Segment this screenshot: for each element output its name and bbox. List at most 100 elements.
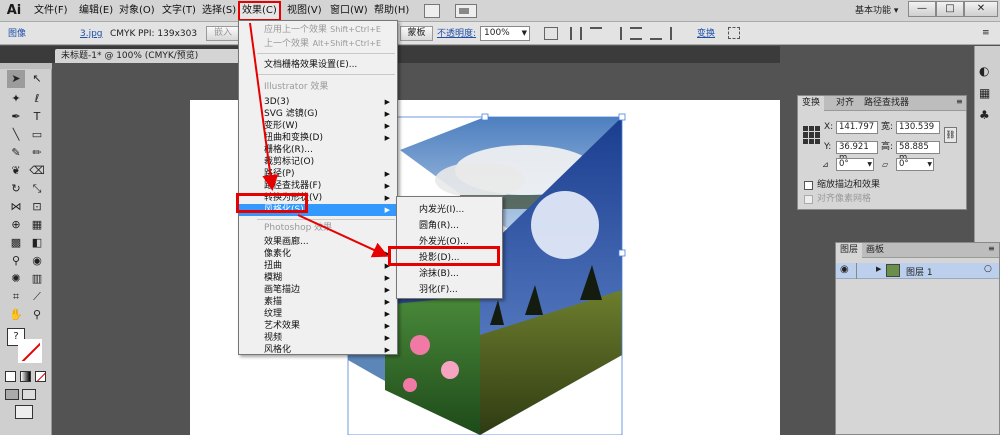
align-bottom-icon[interactable] bbox=[670, 27, 682, 40]
lasso-icon[interactable]: ℓ bbox=[28, 90, 46, 108]
live-paint-icon[interactable]: ▦ bbox=[28, 216, 46, 234]
layer-row[interactable]: ◉ ▶ 图层 1 ○ bbox=[836, 263, 999, 279]
menu-edit[interactable]: 编辑(E) bbox=[77, 3, 115, 19]
color-panel-icon[interactable]: ◐ bbox=[979, 64, 989, 78]
opacity-label[interactable]: 不透明度: bbox=[437, 27, 476, 41]
panel-menu-icon[interactable]: ≡ bbox=[982, 28, 990, 38]
pen-tool-icon[interactable]: ✒ bbox=[7, 108, 25, 126]
width-tool-icon[interactable]: ⋈ bbox=[7, 198, 25, 216]
gradient-mode-icon[interactable] bbox=[20, 371, 31, 382]
paintbrush-icon[interactable]: ✎ bbox=[7, 144, 25, 162]
width-field[interactable]: 130.539 bbox=[896, 121, 940, 134]
submenu-inner-glow[interactable]: 内发光(I)... bbox=[397, 202, 502, 218]
panel-menu-icon[interactable]: ≡ bbox=[956, 97, 963, 106]
rotate-tool-icon[interactable]: ↻ bbox=[7, 180, 25, 198]
eraser-icon[interactable]: ⌫ bbox=[28, 162, 46, 180]
screen-mode-icon[interactable] bbox=[15, 405, 33, 419]
menu-artistic[interactable]: 艺术效果 ▶ bbox=[239, 320, 397, 332]
color-mode-icon[interactable] bbox=[5, 371, 16, 382]
tab-pathfinder[interactable]: 路径查找器 bbox=[860, 96, 913, 111]
selection-handle[interactable] bbox=[618, 249, 626, 257]
align-vcenter-icon[interactable] bbox=[650, 27, 662, 40]
transform-link[interactable]: 变换 bbox=[697, 27, 715, 41]
isolate-icon[interactable] bbox=[728, 27, 740, 39]
align-hcenter-icon[interactable] bbox=[590, 27, 602, 40]
menu-blur[interactable]: 模糊 ▶ bbox=[239, 272, 397, 284]
tab-layers[interactable]: 图层 bbox=[836, 243, 863, 258]
panel-menu-icon[interactable]: ≡ bbox=[988, 244, 995, 253]
mesh-tool-icon[interactable]: ▩ bbox=[7, 234, 25, 252]
menu-type[interactable]: 文字(T) bbox=[160, 3, 198, 19]
document-tab[interactable]: 未标题-1* @ 100% (CMYK/预览) ✕ bbox=[55, 49, 251, 63]
direct-selection-icon[interactable]: ↖ bbox=[28, 70, 46, 88]
menu-texture[interactable]: 纹理 ▶ bbox=[239, 308, 397, 320]
reference-point-icon[interactable] bbox=[803, 126, 821, 144]
align-top-icon[interactable] bbox=[630, 27, 642, 40]
mask-button[interactable]: 蒙板 bbox=[400, 26, 433, 41]
linked-filename[interactable]: 3.jpg bbox=[80, 27, 103, 41]
align-icon[interactable] bbox=[544, 27, 558, 40]
type-tool-icon[interactable]: T bbox=[28, 108, 46, 126]
tab-align[interactable]: 对齐 bbox=[832, 96, 858, 111]
blob-brush-icon[interactable]: ❦ bbox=[7, 162, 25, 180]
submenu-feather[interactable]: 羽化(F)... bbox=[397, 282, 502, 298]
symbols-panel-icon[interactable]: ♣ bbox=[979, 108, 990, 122]
rotate-field[interactable]: 0° ▼ bbox=[836, 158, 874, 171]
y-field[interactable]: 36.921 m bbox=[836, 141, 878, 163]
menu-video[interactable]: 视频 ▶ bbox=[239, 332, 397, 344]
submenu-round-corners[interactable]: 圆角(R)... bbox=[397, 218, 502, 234]
none-mode-icon[interactable] bbox=[35, 371, 46, 382]
scale-strokes-checkbox[interactable] bbox=[804, 181, 813, 190]
minimize-button[interactable]: — bbox=[908, 1, 936, 17]
expand-triangle-icon[interactable]: ▶ bbox=[876, 265, 881, 273]
submenu-scribble[interactable]: 涂抹(B)... bbox=[397, 266, 502, 282]
swatches-panel-icon[interactable]: ▦ bbox=[979, 86, 990, 100]
free-transform-icon[interactable]: ⊡ bbox=[28, 198, 46, 216]
opacity-field[interactable]: 100% ▼ bbox=[480, 26, 530, 41]
draw-normal-icon[interactable] bbox=[5, 389, 19, 400]
workspace-switcher[interactable]: 基本功能 ▾ bbox=[855, 4, 898, 18]
artboard-tool-icon[interactable]: ⌗ bbox=[7, 288, 25, 306]
maximize-button[interactable]: □ bbox=[936, 1, 964, 17]
constrain-proportions-icon[interactable]: ⛓ bbox=[944, 127, 957, 143]
stroke-swatch[interactable] bbox=[18, 339, 42, 363]
draw-behind-icon[interactable] bbox=[22, 389, 36, 400]
menu-file[interactable]: 文件(F) bbox=[32, 3, 70, 19]
rectangle-tool-icon[interactable]: ▭ bbox=[28, 126, 46, 144]
tab-transform[interactable]: 变换 bbox=[798, 96, 825, 111]
selection-tool-icon[interactable]: ➤ bbox=[7, 70, 25, 88]
x-field[interactable]: 141.797 bbox=[836, 121, 878, 134]
slice-tool-icon[interactable]: ⟋ bbox=[28, 288, 46, 306]
selection-handle[interactable] bbox=[618, 113, 626, 121]
zoom-tool-icon[interactable]: ⚲ bbox=[28, 306, 46, 324]
menu-ps-stylize[interactable]: 风格化 ▶ bbox=[239, 344, 397, 356]
target-circle-icon[interactable]: ○ bbox=[984, 264, 992, 274]
magic-wand-icon[interactable]: ✦ bbox=[7, 90, 25, 108]
align-left-icon[interactable] bbox=[570, 27, 582, 40]
scale-tool-icon[interactable]: ⤡ bbox=[28, 180, 46, 198]
column-graph-icon[interactable]: ▥ bbox=[28, 270, 46, 288]
hand-tool-icon[interactable]: ✋ bbox=[7, 306, 25, 324]
eyedropper-icon[interactable]: ⚲ bbox=[7, 252, 25, 270]
selection-handle[interactable] bbox=[481, 113, 489, 121]
height-field[interactable]: 58.885 m bbox=[896, 141, 940, 163]
toolbox-header[interactable] bbox=[0, 63, 52, 69]
menu-brush-strokes[interactable]: 画笔描边 ▶ bbox=[239, 284, 397, 296]
layer-name[interactable]: 图层 1 bbox=[906, 265, 933, 278]
tab-artboards[interactable]: 画板 bbox=[862, 243, 888, 258]
align-pixel-checkbox[interactable] bbox=[804, 195, 813, 204]
visibility-eye-icon[interactable]: ◉ bbox=[840, 264, 849, 275]
shear-field[interactable]: 0° ▼ bbox=[896, 158, 934, 171]
align-right-icon[interactable] bbox=[610, 27, 622, 40]
pencil-icon[interactable]: ✏ bbox=[28, 144, 46, 162]
symbol-sprayer-icon[interactable]: ✺ bbox=[7, 270, 25, 288]
line-tool-icon[interactable]: ╲ bbox=[7, 126, 25, 144]
arrange-documents-icon[interactable] bbox=[455, 4, 477, 18]
gradient-tool-icon[interactable]: ◧ bbox=[28, 234, 46, 252]
menu-object[interactable]: 对象(O) bbox=[117, 3, 157, 19]
shape-builder-icon[interactable]: ⊕ bbox=[7, 216, 25, 234]
close-window-button[interactable]: ✕ bbox=[964, 1, 998, 17]
bridge-icon[interactable] bbox=[424, 4, 440, 18]
menu-sketch[interactable]: 素描 ▶ bbox=[239, 296, 397, 308]
blend-tool-icon[interactable]: ◉ bbox=[28, 252, 46, 270]
